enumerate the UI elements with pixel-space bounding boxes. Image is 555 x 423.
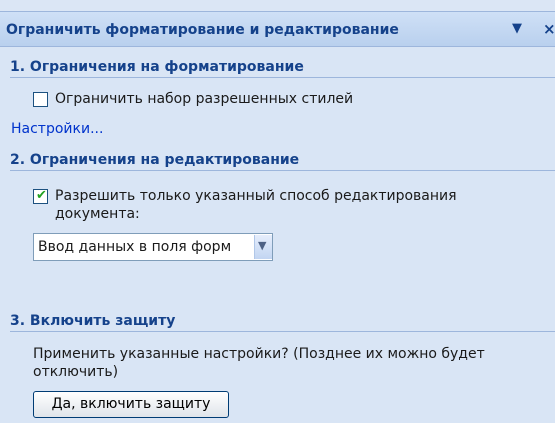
editing-mode-value: Ввод данных в поля форм: [38, 239, 232, 255]
allow-editing-checkbox[interactable]: ✔: [33, 188, 48, 204]
restrict-styles-label: Ограничить набор разрешенных стилей: [55, 91, 354, 107]
enable-protection-button[interactable]: Да, включить защиту: [33, 391, 229, 418]
restrict-formatting-pane: Ограничить форматирование и редактирован…: [0, 0, 555, 423]
section-protection-heading: 3. Включить защиту: [10, 313, 555, 332]
pane-menu-icon[interactable]: ▼: [512, 21, 522, 36]
settings-link[interactable]: Настройки...: [11, 121, 103, 137]
protection-prompt: Применить указанные настройки? (Позднее …: [33, 345, 485, 381]
section-editing-heading: 2. Ограничения на редактирование: [10, 152, 555, 171]
pane-titlebar: Ограничить форматирование и редактирован…: [0, 11, 555, 47]
restrict-styles-row[interactable]: Ограничить набор разрешенных стилей: [33, 90, 353, 108]
chevron-down-icon: ▼: [258, 239, 267, 252]
allow-editing-label: Разрешить только указанный способ редакт…: [55, 187, 457, 223]
dropdown-button[interactable]: ▼: [254, 235, 272, 259]
editing-mode-select[interactable]: Ввод данных в поля форм ▼: [33, 233, 273, 261]
restrict-styles-checkbox[interactable]: [33, 92, 48, 107]
protection-prompt-line1: Применить указанные настройки? (Позднее …: [33, 346, 485, 362]
allow-editing-label-line1: Разрешить только указанный способ редакт…: [55, 188, 457, 204]
close-icon[interactable]: ×: [543, 20, 555, 38]
protection-prompt-line2: отключить): [33, 364, 119, 380]
allow-editing-row[interactable]: ✔ Разрешить только указанный способ реда…: [33, 187, 457, 223]
pane-top-strip: [0, 0, 555, 11]
section-formatting-heading: 1. Ограничения на форматирование: [10, 59, 555, 78]
allow-editing-label-line2: документа:: [55, 206, 140, 222]
check-icon: ✔: [36, 188, 47, 203]
pane-title: Ограничить форматирование и редактирован…: [6, 22, 399, 38]
